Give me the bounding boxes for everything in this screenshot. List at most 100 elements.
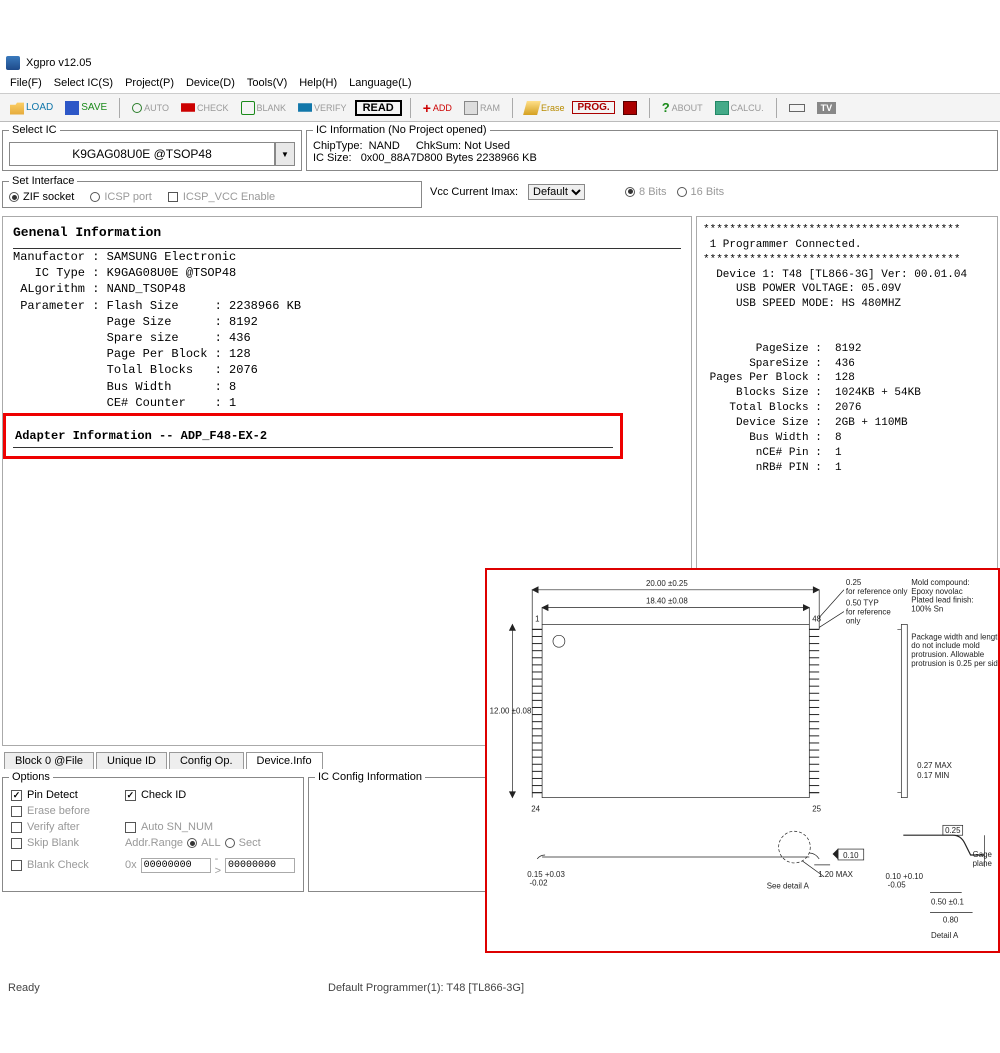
check-button[interactable]: CHECK — [177, 99, 233, 117]
chevron-down-icon[interactable]: ▼ — [275, 142, 295, 166]
chip-blank-icon — [241, 101, 255, 115]
erase-button[interactable]: Erase — [521, 99, 569, 117]
tab-block0[interactable]: Block 0 @File — [4, 752, 94, 769]
auto-button[interactable]: AUTO — [128, 101, 173, 115]
verify-after-check: Verify after — [11, 821, 111, 833]
svg-text:Detail A: Detail A — [931, 931, 959, 940]
set-interface-group: Set Interface ZIF socket ICSP port ICSP_… — [2, 175, 422, 208]
blank-button[interactable]: BLANK — [237, 99, 291, 117]
about-button[interactable]: ?ABOUT — [658, 98, 707, 117]
tab-configop[interactable]: Config Op. — [169, 752, 244, 769]
read-button[interactable]: READ — [355, 100, 402, 116]
svg-text:0.80: 0.80 — [943, 915, 959, 924]
svg-text:0.50 TYPfor referenceonly: 0.50 TYPfor referenceonly — [846, 599, 891, 626]
zif-radio[interactable]: ZIF socket — [9, 191, 74, 203]
menu-bar: File(F) Select IC(S) Project(P) Device(D… — [0, 73, 1000, 94]
ram-button[interactable]: RAM — [460, 99, 504, 117]
toolbar: LOAD SAVE AUTO CHECK BLANK VERIFY READ +… — [0, 94, 1000, 122]
chiptype-value: NAND — [369, 140, 400, 152]
add-button[interactable]: +ADD — [419, 98, 456, 118]
svg-text:0.25for reference only: 0.25for reference only — [846, 578, 908, 596]
svg-text:Gageplane: Gageplane — [973, 850, 993, 868]
ram-icon — [464, 101, 478, 115]
menu-select-ic[interactable]: Select IC(S) — [54, 77, 113, 89]
skip-blank-check: Skip Blank — [11, 837, 111, 849]
options-group: Options Pin Detect Check ID Erase before… — [2, 771, 304, 892]
general-body: Manufactor : SAMSUNG Electronic IC Type … — [13, 249, 681, 411]
programmer-log: *************************************** … — [703, 223, 991, 475]
check-id-check[interactable]: Check ID — [125, 789, 295, 801]
vcc-select[interactable]: Default — [528, 184, 585, 200]
title-bar: Xgpro v12.05 — [0, 53, 1000, 73]
chip-icon — [623, 101, 637, 115]
package-diagram: 20.00 ±0.25 18.40 ±0.08 12.00 ±0.08 1 24… — [485, 568, 1000, 953]
addr-from[interactable] — [141, 858, 211, 873]
battery-button[interactable] — [785, 102, 809, 114]
ic-info-group: IC Information (No Project opened) ChipT… — [306, 124, 998, 171]
options-legend: Options — [9, 771, 53, 783]
icsp-radio: ICSP port — [90, 191, 152, 203]
question-icon: ? — [662, 100, 670, 115]
bits16-radio: 16 Bits — [677, 186, 725, 198]
addr-inputs: 0x -> — [125, 853, 295, 877]
menu-help[interactable]: Help(H) — [299, 77, 337, 89]
verify-button[interactable]: VERIFY — [294, 99, 351, 117]
calcu-button[interactable]: CALCU. — [711, 99, 768, 117]
app-icon — [6, 56, 20, 70]
magnifier-icon — [132, 103, 142, 113]
svg-text:18.40 ±0.08: 18.40 ±0.08 — [646, 597, 688, 606]
floppy-icon — [65, 101, 79, 115]
status-programmer: Default Programmer(1): T48 [TL866-3G] — [328, 982, 524, 994]
ic-info-legend: IC Information (No Project opened) — [313, 124, 490, 136]
svg-text:1.20 MAX: 1.20 MAX — [818, 870, 853, 879]
svg-text:25: 25 — [812, 804, 821, 813]
ic-config-legend: IC Config Information — [315, 771, 425, 783]
save-button[interactable]: SAVE — [61, 99, 111, 117]
auto-sn-check: Auto SN_NUM — [125, 821, 295, 833]
programmer-log-panel: *************************************** … — [696, 216, 998, 616]
general-heading: Genenal Information — [13, 225, 681, 240]
addr-range-row: Addr.Range ALL Sect — [125, 837, 295, 849]
load-button[interactable]: LOAD — [6, 99, 57, 117]
blank-check-check: Blank Check — [11, 853, 111, 877]
vcc-label: Vcc Current Imax: — [430, 186, 518, 198]
eraser-icon — [523, 101, 541, 115]
svg-text:0.17 MIN: 0.17 MIN — [917, 771, 949, 780]
pin-detect-check[interactable]: Pin Detect — [11, 789, 111, 801]
addr-to[interactable] — [225, 858, 295, 873]
tab-deviceinfo[interactable]: Device.Info — [246, 752, 323, 769]
svg-text:24: 24 — [531, 804, 540, 813]
icsp-vcc-check: ICSP_VCC Enable — [168, 191, 275, 203]
tab-uniqueid[interactable]: Unique ID — [96, 752, 167, 769]
chip-check-icon — [181, 101, 195, 115]
erase-before-check: Erase before — [11, 805, 111, 817]
menu-file[interactable]: File(F) — [10, 77, 42, 89]
svg-text:0.50 ±0.1: 0.50 ±0.1 — [931, 897, 965, 906]
tv-button[interactable]: TV — [813, 100, 841, 116]
svg-text:12.00 ±0.08: 12.00 ±0.08 — [490, 706, 532, 715]
menu-project[interactable]: Project(P) — [125, 77, 174, 89]
svg-text:0.25: 0.25 — [945, 826, 961, 835]
svg-text:Package width and lengthdo not: Package width and lengthdo not include m… — [911, 632, 998, 668]
svg-text:See detail A: See detail A — [767, 882, 810, 891]
ic-combo[interactable]: K9GAG08U0E @TSOP48 ▼ — [9, 142, 295, 166]
menu-tools[interactable]: Tools(V) — [247, 77, 287, 89]
svg-text:0.15 +0.03 -0.02: 0.15 +0.03 -0.02 — [527, 870, 565, 888]
svg-text:0.10 +0.10 -0.05: 0.10 +0.10 -0.05 — [885, 872, 923, 890]
prog-button[interactable]: PROG. — [572, 101, 614, 114]
tv-icon: TV — [817, 102, 837, 114]
icsize-value: 0x00_88A7D800 Bytes 2238966 KB — [361, 152, 537, 164]
chip-button[interactable] — [619, 99, 641, 117]
plus-icon: + — [423, 100, 431, 116]
svg-text:20.00 ±0.25: 20.00 ±0.25 — [646, 579, 688, 588]
bits8-radio: 8 Bits — [625, 186, 667, 198]
adapter-info: Adapter Information -- ADP_F48-EX-2 — [15, 429, 267, 443]
select-ic-group: Select IC K9GAG08U0E @TSOP48 ▼ — [2, 124, 302, 171]
menu-device[interactable]: Device(D) — [186, 77, 235, 89]
verify-icon — [298, 101, 312, 115]
select-ic-legend: Select IC — [9, 124, 60, 136]
svg-text:0.10: 0.10 — [843, 851, 859, 860]
svg-text:1: 1 — [535, 614, 540, 623]
ic-combo-value: K9GAG08U0E @TSOP48 — [9, 142, 275, 166]
menu-language[interactable]: Language(L) — [349, 77, 411, 89]
